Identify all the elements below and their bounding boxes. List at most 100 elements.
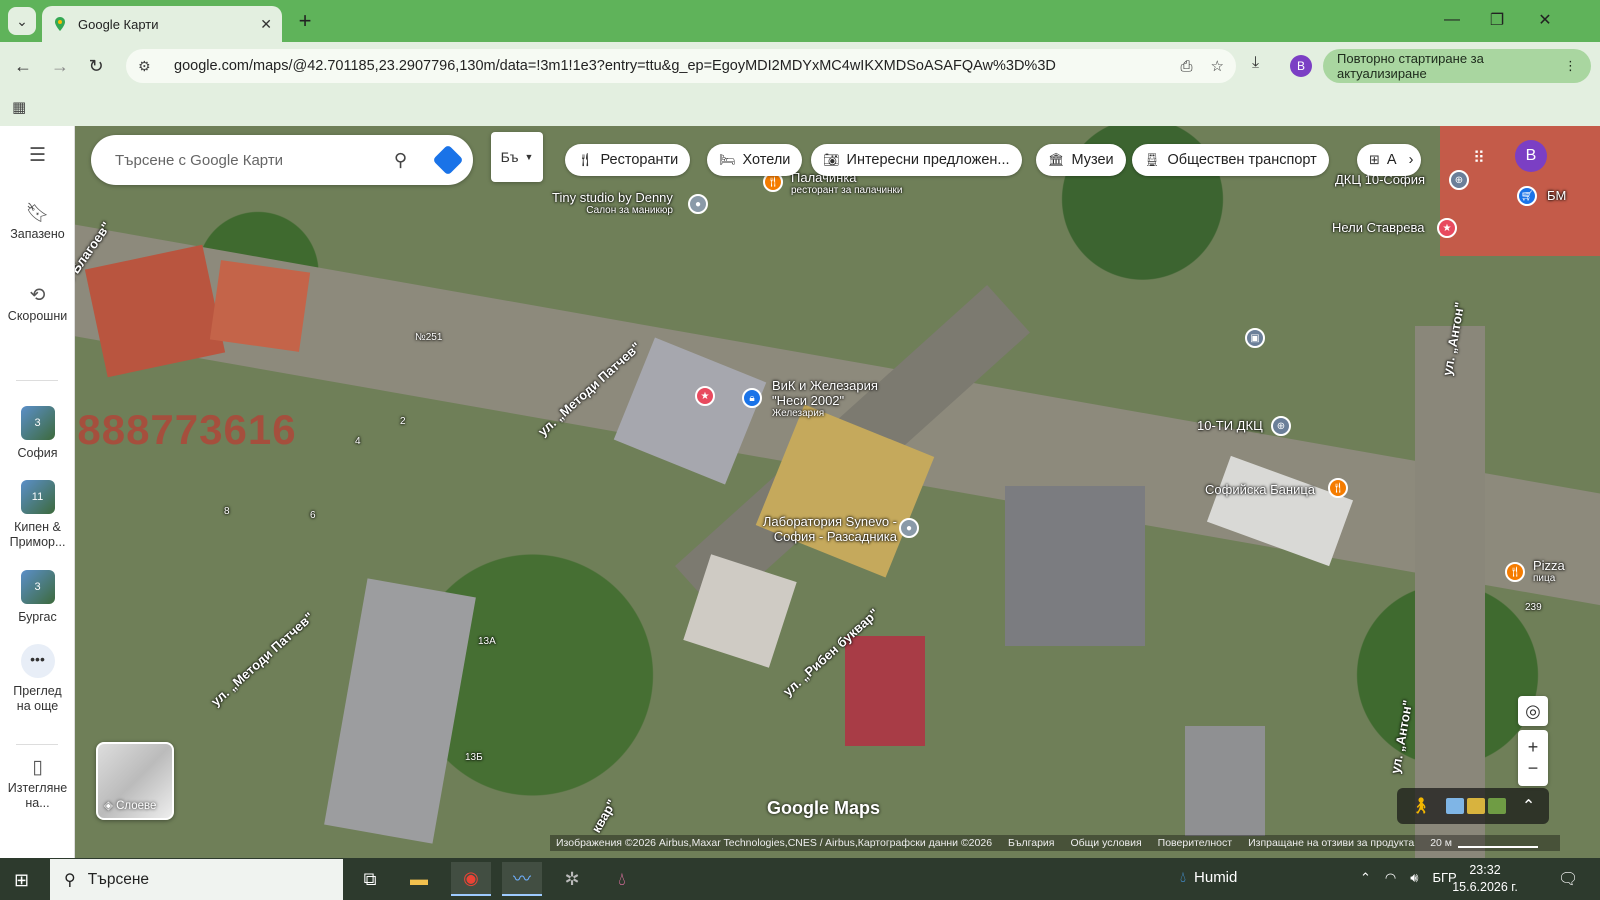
place-label[interactable]: Нели Ставрева (1332, 220, 1424, 235)
chip-museums[interactable]: 🏛︎ Музеи (1036, 144, 1126, 176)
place-pin-icon[interactable]: ● (688, 194, 708, 214)
browser-tab[interactable]: Google Карти ✕ (42, 6, 282, 42)
address-bar[interactable]: ⚙ google.com/maps/@42.701185,23.2907796,… (126, 49, 1236, 83)
search-box[interactable]: Търсене с Google Карти ⚲ (91, 135, 473, 185)
search-icon[interactable]: ⚲ (394, 150, 407, 171)
notifications-icon[interactable]: 🗨︎ (1558, 869, 1578, 889)
crosshair-icon: ◎ (1525, 700, 1541, 721)
expand-up-icon[interactable]: ⌃ (1522, 796, 1535, 816)
reload-button[interactable]: ↻ (82, 52, 110, 80)
windows-start-icon[interactable]: ⊞ (14, 870, 29, 891)
stock-app-icon[interactable]: 〰 (502, 862, 542, 896)
clock[interactable]: 23:32 15.6.2026 г. (1450, 862, 1520, 896)
history-icon: ⟲ (29, 285, 46, 306)
sidebar-item-download[interactable]: ▯ Изтегляне на... (0, 758, 75, 811)
footer-link[interactable]: Общи условия (1070, 837, 1141, 849)
tab-groups-icon[interactable]: ▦ (12, 98, 26, 116)
site-info-icon[interactable]: ⚙ (138, 58, 160, 75)
place-label[interactable]: ВиК и Железария "Неси 2002" Железария (772, 378, 902, 419)
shopping-pin-icon[interactable]: 🛒︎ (1517, 186, 1537, 206)
place-label[interactable]: Pizza пица (1533, 558, 1565, 584)
medical-pin-icon[interactable]: ⊕ (1449, 170, 1469, 190)
medical-pin-icon[interactable]: ⊕ (1271, 416, 1291, 436)
menu-button[interactable]: ☰ (0, 145, 75, 169)
my-location-button[interactable]: ◎ (1518, 696, 1548, 726)
shop-pin-icon[interactable]: 🔒︎ (742, 388, 762, 408)
chip-things-to-do[interactable]: 📷︎ Интересни предложен... (811, 144, 1022, 176)
list-thumbnail: 3 (20, 406, 55, 440)
dropdown-arrow-icon: ▼ (524, 152, 534, 162)
restaurant-pin-icon[interactable]: 🍴︎ (1328, 478, 1348, 498)
task-view-icon[interactable]: ⧉ (350, 862, 390, 896)
new-tab-button[interactable]: + (292, 8, 318, 34)
chip-restaurants[interactable]: 🍴︎ Ресторанти (565, 144, 691, 176)
place-label[interactable]: Лаборатория Synevo - София - Разсадника (757, 514, 897, 544)
pharmacy-icon: ⊞ (1369, 152, 1380, 167)
close-tab-icon[interactable]: ✕ (260, 16, 272, 33)
chevron-right-icon[interactable]: › (1409, 152, 1414, 168)
directions-icon[interactable] (432, 144, 464, 176)
place-label[interactable]: Софийска Баница (1205, 482, 1315, 497)
sidebar-item-burgas[interactable]: 3 Бургас (0, 570, 75, 625)
place-label[interactable]: Tiny studio by Denny Салон за маникюр (552, 190, 673, 216)
footer-link[interactable]: България (1008, 837, 1054, 849)
bed-icon: 🛏︎ (719, 152, 736, 167)
zoom-out-button[interactable]: − (1528, 758, 1539, 779)
browser-toolbar: ← → ↻ ⚙ google.com/maps/@42.701185,23.29… (0, 42, 1600, 90)
install-app-icon[interactable]: ⎙ (1181, 58, 1193, 75)
profile-avatar[interactable]: B (1290, 55, 1312, 77)
sidebar-divider (16, 744, 58, 745)
taskbar-search[interactable]: ⚲ Търсене (50, 859, 343, 900)
layers-button[interactable]: ◈ Слоеве (96, 742, 174, 820)
footer-link[interactable]: Поверителност (1158, 837, 1232, 849)
chrome-icon[interactable]: ◉ (451, 862, 491, 896)
tile-thumb (1467, 798, 1486, 814)
tray-chevron-icon[interactable]: ⌃ (1360, 870, 1371, 886)
transliteration-toggle[interactable]: Бъ ▼ (491, 132, 543, 182)
wifi-icon[interactable]: ◠ (1385, 870, 1396, 886)
place-pin-icon[interactable]: ● (899, 518, 919, 538)
sidebar-item-more[interactable]: ••• Преглед на още (0, 644, 75, 714)
network-app-icon[interactable]: ✲ (552, 862, 592, 896)
sidebar-item-recent[interactable]: ⟲ Скорошни (0, 285, 75, 324)
forward-button[interactable]: → (46, 52, 74, 80)
search-input[interactable]: Търсене с Google Карти (115, 152, 394, 169)
search-icon: ⚲ (64, 871, 76, 889)
bus-stop-icon[interactable]: ▣ (1245, 328, 1265, 348)
scale-bar (1458, 838, 1539, 848)
chip-hotels[interactable]: 🛏︎ Хотели (707, 144, 803, 176)
file-explorer-icon[interactable]: ▬ (399, 862, 439, 896)
close-window-button[interactable]: ✕ (1530, 8, 1560, 32)
back-button[interactable]: ← (9, 52, 37, 80)
pegman-icon[interactable]: 🚶︎ (1411, 796, 1431, 816)
google-apps-icon[interactable]: ⠿ (1473, 148, 1485, 168)
bookmark-star-icon[interactable]: ☆ (1211, 57, 1224, 75)
download-icon[interactable]: ⤓ (1252, 54, 1259, 72)
red-roof-building (845, 636, 925, 746)
zoom-in-button[interactable]: + (1528, 737, 1539, 758)
account-avatar[interactable]: B (1515, 140, 1547, 172)
volume-icon[interactable]: 🔊︎ (1410, 870, 1418, 886)
place-label[interactable]: БМ (1547, 188, 1566, 203)
place-pin-icon[interactable]: ★ (695, 386, 715, 406)
minimize-button[interactable]: — (1437, 8, 1467, 32)
restore-button[interactable]: ❐ (1482, 8, 1512, 32)
place-pin-icon[interactable]: ★ (1437, 218, 1457, 238)
sidebar-item-kipen[interactable]: 11 Кипен & Примор... (0, 480, 75, 550)
sidebar-item-sofia[interactable]: 3 София (0, 406, 75, 461)
imagery-tiles[interactable] (1446, 798, 1507, 814)
update-button[interactable]: Повторно стартиране за актуализиране ⋮ (1323, 49, 1591, 83)
hamburger-icon: ☰ (28, 145, 47, 166)
scale-label[interactable]: 20 м (1430, 837, 1452, 849)
map-canvas[interactable]: 0888773616 Палачинка ресторант за палачин… (75, 126, 1600, 858)
paint-app-icon[interactable]: 💧︎ (602, 862, 642, 896)
chip-pharmacies[interactable]: ⊞ А › (1357, 144, 1422, 176)
footer-link[interactable]: Изпращане на отзиви за продукта (1248, 837, 1414, 849)
weather-widget[interactable]: 💧︎ Humid (1180, 869, 1237, 886)
restaurant-pin-icon[interactable]: 🍴︎ (1505, 562, 1525, 582)
tab-list-button[interactable]: ⌄ (8, 7, 36, 35)
chip-transit[interactable]: 🚆︎ Обществен транспорт (1132, 144, 1329, 176)
place-label[interactable]: 10-ТИ ДКЦ (1197, 418, 1263, 433)
transit-icon: 🚆︎ (1144, 152, 1161, 167)
sidebar-item-saved[interactable]: 🔖︎ Запазено (0, 204, 75, 242)
